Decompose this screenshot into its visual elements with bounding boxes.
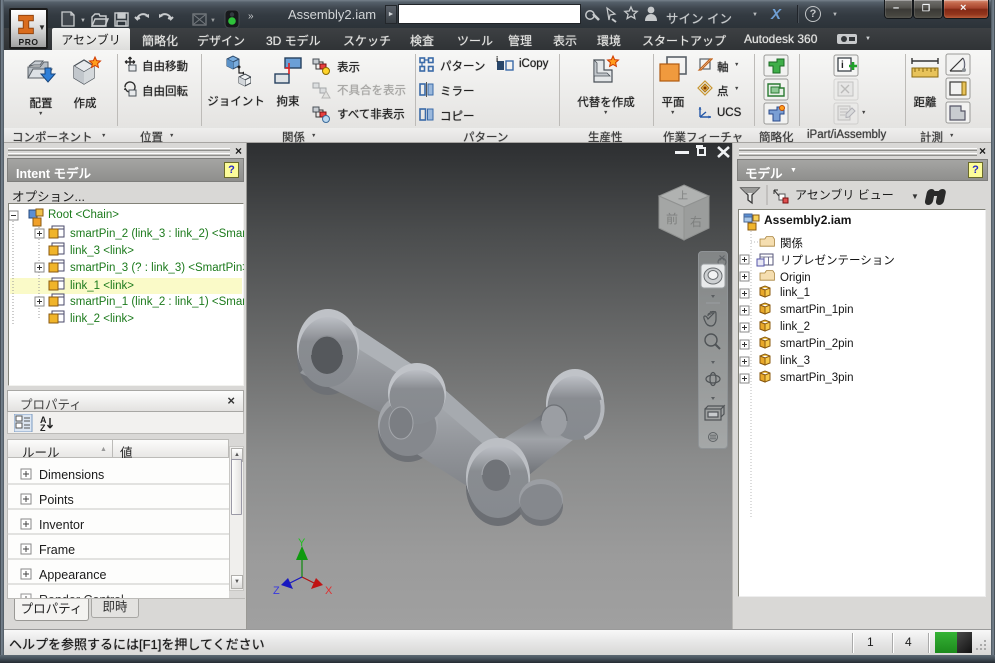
- svg-text:X: X: [325, 585, 333, 597]
- svg-text:関係: 関係: [780, 237, 803, 250]
- svg-text:smartPin_1 (link_2 : link_1) <: smartPin_1 (link_2 : link_1) <Smar...: [70, 296, 244, 308]
- svg-text:Inventor: Inventor: [39, 518, 84, 532]
- svg-text:上: 上: [678, 190, 688, 202]
- svg-text:Appearance: Appearance: [39, 568, 106, 582]
- svg-text:▼: ▼: [80, 18, 86, 24]
- svg-text:Dimensions: Dimensions: [39, 468, 104, 482]
- svg-text:i: i: [496, 56, 498, 64]
- svg-text:Z: Z: [273, 585, 280, 597]
- svg-text:i: i: [841, 60, 844, 71]
- svg-text:link_1 <link>: link_1 <link>: [70, 280, 134, 292]
- svg-text:link_2 <link>: link_2 <link>: [70, 313, 134, 325]
- svg-text:Points: Points: [39, 493, 74, 507]
- svg-text:Y: Y: [298, 538, 306, 549]
- svg-text:Origin: Origin: [780, 272, 811, 284]
- svg-text:リプレゼンテーション: リプレゼンテーション: [780, 254, 895, 267]
- svg-text:link_2: link_2: [780, 321, 810, 333]
- svg-text:smartPin_2 (link_3 : link_2) <: smartPin_2 (link_3 : link_2) <Smar...: [70, 228, 244, 240]
- svg-text:smartPin_3pin: smartPin_3pin: [780, 372, 854, 384]
- svg-text:link_3 <link>: link_3 <link>: [70, 245, 134, 257]
- svg-text:smartPin_3 (? : link_3) <Smart: smartPin_3 (? : link_3) <SmartPin>: [70, 262, 244, 274]
- svg-text:smartPin_1pin: smartPin_1pin: [780, 304, 854, 316]
- svg-text:Root <Chain>: Root <Chain>: [48, 209, 119, 221]
- svg-text:前: 前: [666, 211, 678, 226]
- svg-text:▼: ▼: [210, 18, 216, 24]
- svg-text:Frame: Frame: [39, 543, 75, 557]
- svg-text:Assembly2.iam: Assembly2.iam: [764, 213, 851, 227]
- svg-text:Z: Z: [40, 423, 46, 432]
- svg-text:link_3: link_3: [780, 355, 810, 367]
- svg-text:アセンブリ ビュー: アセンブリ ビュー: [795, 187, 894, 202]
- svg-text:link_1: link_1: [780, 287, 810, 299]
- svg-text:▼: ▼: [911, 192, 919, 201]
- svg-text:smartPin_2pin: smartPin_2pin: [780, 338, 854, 350]
- svg-text:右: 右: [690, 214, 702, 229]
